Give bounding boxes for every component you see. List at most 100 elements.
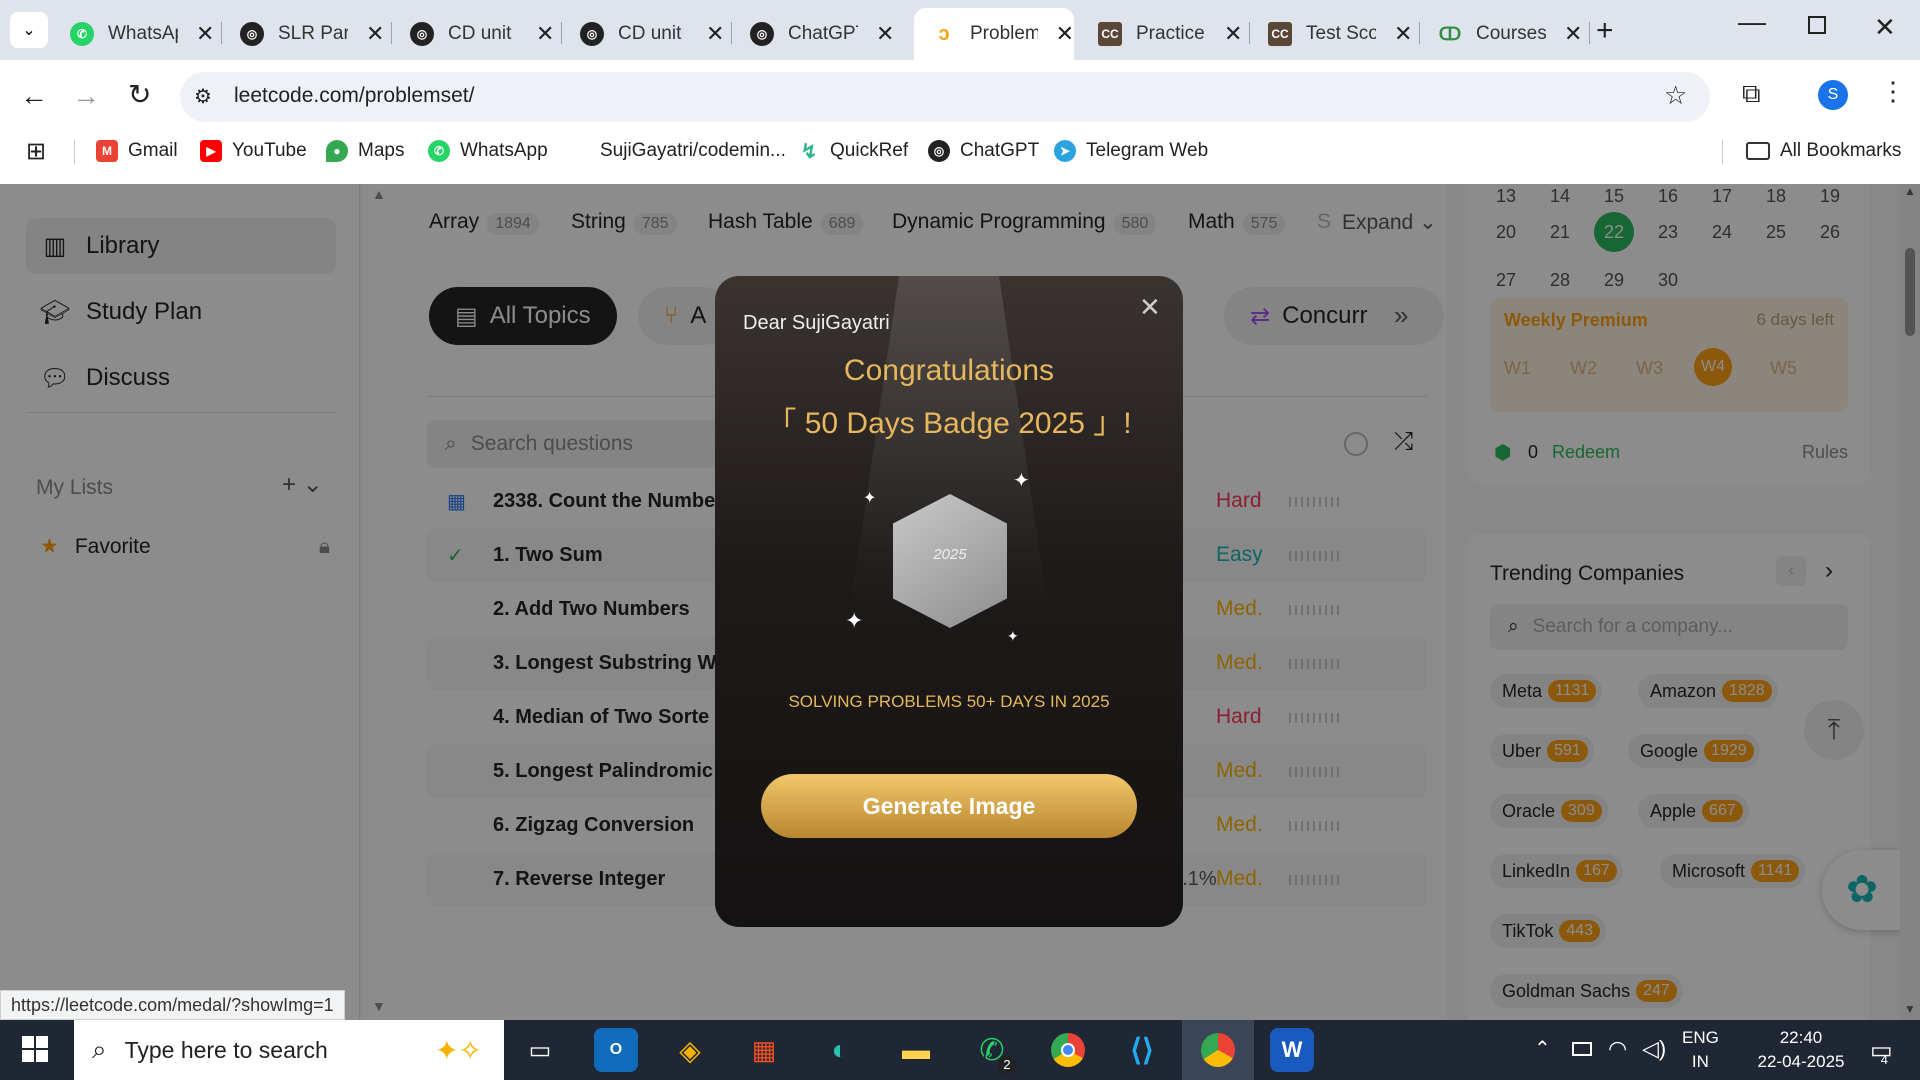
leetcode-icon: ↄ: [932, 22, 956, 46]
star-icon[interactable]: ☆: [1664, 80, 1687, 111]
toolbar: ← → ↻ ⚙ leetcode.com/problemset/ ☆ ⧉ S ⋮…: [0, 60, 1920, 188]
badge-label: 2025: [933, 546, 967, 563]
chatgpt-icon: ◎: [410, 22, 434, 46]
chatgpt-icon: ◎: [928, 140, 950, 162]
chatgpt-icon: ◎: [240, 22, 264, 46]
chatgpt-icon: ◎: [580, 22, 604, 46]
codechef-icon: CC: [1268, 22, 1292, 46]
volume-icon[interactable]: ◁): [1642, 1036, 1666, 1062]
new-tab-button[interactable]: +: [1596, 14, 1614, 48]
chevron-up-icon[interactable]: ⌃: [1534, 1036, 1551, 1061]
reload-icon[interactable]: ↻: [128, 78, 151, 111]
battery-icon: [1572, 1042, 1592, 1056]
sparkle-icon: ✦: [845, 608, 864, 633]
congrats-title: Congratulations: [843, 354, 1055, 387]
sparkle-icon: ✦: [1007, 628, 1019, 644]
tab-cd-unit-1[interactable]: ◎ CD unit ✕: [392, 8, 562, 60]
tab-practice[interactable]: CC Practice ✕: [1080, 8, 1250, 60]
sparkle-icon: ✦: [863, 490, 877, 507]
copilot-icon[interactable]: ◈: [668, 1028, 712, 1072]
bookmark-quickref[interactable]: ↯ QuickRef: [798, 136, 909, 166]
modal-close-button[interactable]: ✕: [1139, 292, 1161, 323]
bookmark-whatsapp[interactable]: ✆ WhatsApp: [428, 136, 548, 166]
tab-whatsapp[interactable]: ✆ WhatsApp ✕: [52, 8, 222, 60]
close-icon[interactable]: ✕: [196, 21, 214, 47]
language-indicator[interactable]: ENG IN: [1682, 1026, 1719, 1074]
whatsapp-badge: 2: [998, 1056, 1016, 1074]
tab-test-score[interactable]: CC Test Score ✕: [1250, 8, 1420, 60]
bookmark-codemind[interactable]: SujiGayatri/codemin...: [600, 136, 786, 166]
bookmark-maps[interactable]: ● Maps: [326, 136, 404, 166]
generate-image-button[interactable]: Generate Image: [761, 774, 1137, 838]
taskbar-search-input[interactable]: ⌕ Type here to search ✦✧: [74, 1020, 504, 1080]
search-icon: ⌕: [92, 1034, 107, 1064]
tab-problems[interactable]: ↄ Problems ✕: [914, 8, 1074, 60]
greeting-text: Dear SujiGayatri: [743, 312, 890, 334]
chrome-profile-icon-active[interactable]: [1182, 1020, 1254, 1080]
tab-chatgpt[interactable]: ◎ ChatGPT ✕: [732, 8, 914, 60]
chatgpt-icon: ◎: [750, 22, 774, 46]
tab-slr-parser[interactable]: ◎ SLR Parser ✕: [222, 8, 392, 60]
close-icon[interactable]: ✕: [1224, 21, 1242, 47]
microsoft-store-icon[interactable]: ▦: [742, 1028, 786, 1072]
whatsapp-icon: ✆: [70, 22, 94, 46]
maps-pin-icon: ●: [326, 140, 348, 162]
chrome-icon[interactable]: [1046, 1028, 1090, 1072]
close-icon[interactable]: ✕: [1056, 21, 1074, 47]
close-icon[interactable]: ✕: [536, 21, 554, 47]
tab-courses[interactable]: ↀ Courses ✕: [1420, 8, 1590, 60]
badge-congrats-modal: ✕ Dear SujiGayatri Congratulations 「 50 …: [715, 276, 1183, 927]
wifi-icon[interactable]: ◠: [1608, 1036, 1627, 1062]
address-bar[interactable]: ⚙ leetcode.com/problemset/ ☆: [180, 72, 1710, 122]
clock[interactable]: 22:40 22-04-2025: [1746, 1026, 1856, 1074]
notification-count: 4: [1880, 1052, 1888, 1067]
restore-button[interactable]: [1808, 16, 1826, 34]
codechef-icon: CC: [1098, 22, 1122, 46]
vscode-icon[interactable]: ⟨⟩: [1120, 1028, 1164, 1072]
notifications-icon[interactable]: ▭4: [1870, 1036, 1900, 1067]
copilot-sparkle-icon: ✦✧: [435, 1034, 482, 1066]
apps-grid-icon[interactable]: ⊞: [26, 136, 46, 166]
window-close-button[interactable]: ✕: [1874, 12, 1896, 43]
file-explorer-icon[interactable]: ▬: [894, 1028, 938, 1072]
telegram-icon: ➤: [1054, 140, 1076, 162]
tab-cd-unit-2[interactable]: ◎ CD unit ✕: [562, 8, 732, 60]
bookmark-chatgpt[interactable]: ◎ ChatGPT: [928, 136, 1039, 166]
url-text[interactable]: leetcode.com/problemset/: [234, 84, 474, 108]
extensions-icon[interactable]: ⧉: [1742, 78, 1761, 110]
tab-bar: ⌄ ✆ WhatsApp ✕ ◎ SLR Parser ✕ ◎ CD unit …: [0, 0, 1920, 60]
back-arrow-icon[interactable]: ←: [20, 80, 48, 112]
close-icon[interactable]: ✕: [876, 21, 894, 47]
sparkle-icon: ✦: [1013, 470, 1030, 492]
word-icon[interactable]: W: [1270, 1028, 1314, 1072]
whatsapp-icon[interactable]: ✆ 2: [970, 1028, 1016, 1074]
divider: [1722, 140, 1723, 164]
forward-arrow-icon[interactable]: →: [72, 80, 100, 112]
close-icon[interactable]: ✕: [1564, 21, 1582, 47]
badge-subtitle: SOLVING PROBLEMS 50+ DAYS IN 2025: [788, 692, 1110, 711]
outlook-icon[interactable]: O: [594, 1028, 638, 1072]
close-icon[interactable]: ✕: [1394, 21, 1412, 47]
bookmark-gmail[interactable]: M Gmail: [96, 136, 178, 166]
all-bookmarks[interactable]: All Bookmarks: [1746, 136, 1901, 166]
gfg-icon: ↀ: [1438, 23, 1462, 44]
divider: [74, 140, 75, 164]
minimize-button[interactable]: —: [1738, 6, 1766, 38]
profile-avatar[interactable]: S: [1818, 80, 1848, 110]
bookmark-youtube[interactable]: ▶ YouTube: [200, 136, 307, 166]
folder-icon: [1746, 142, 1770, 160]
edge-icon[interactable]: ◐: [818, 1028, 862, 1072]
close-icon[interactable]: ✕: [366, 21, 384, 47]
windows-taskbar: ⌕ Type here to search ✦✧ ▭ O ◈ ▦ ◐ ▬ ✆ 2 ⟨…: [0, 1020, 1920, 1080]
bookmark-telegram[interactable]: ➤ Telegram Web: [1054, 136, 1208, 166]
site-info-icon[interactable]: ⚙: [194, 84, 212, 109]
whatsapp-icon: ✆: [428, 140, 450, 162]
close-icon[interactable]: ✕: [706, 21, 724, 47]
link-status-bar: https://leetcode.com/medal/?showImg=1: [0, 990, 345, 1020]
badge-title: 「 50 Days Badge 2025 」!: [766, 407, 1132, 440]
task-view-icon[interactable]: ▭: [518, 1028, 562, 1072]
tab-search-button[interactable]: ⌄: [10, 12, 48, 48]
menu-dots-icon[interactable]: ⋮: [1880, 76, 1906, 107]
youtube-icon: ▶: [200, 140, 222, 162]
windows-start-icon[interactable]: [22, 1036, 48, 1062]
